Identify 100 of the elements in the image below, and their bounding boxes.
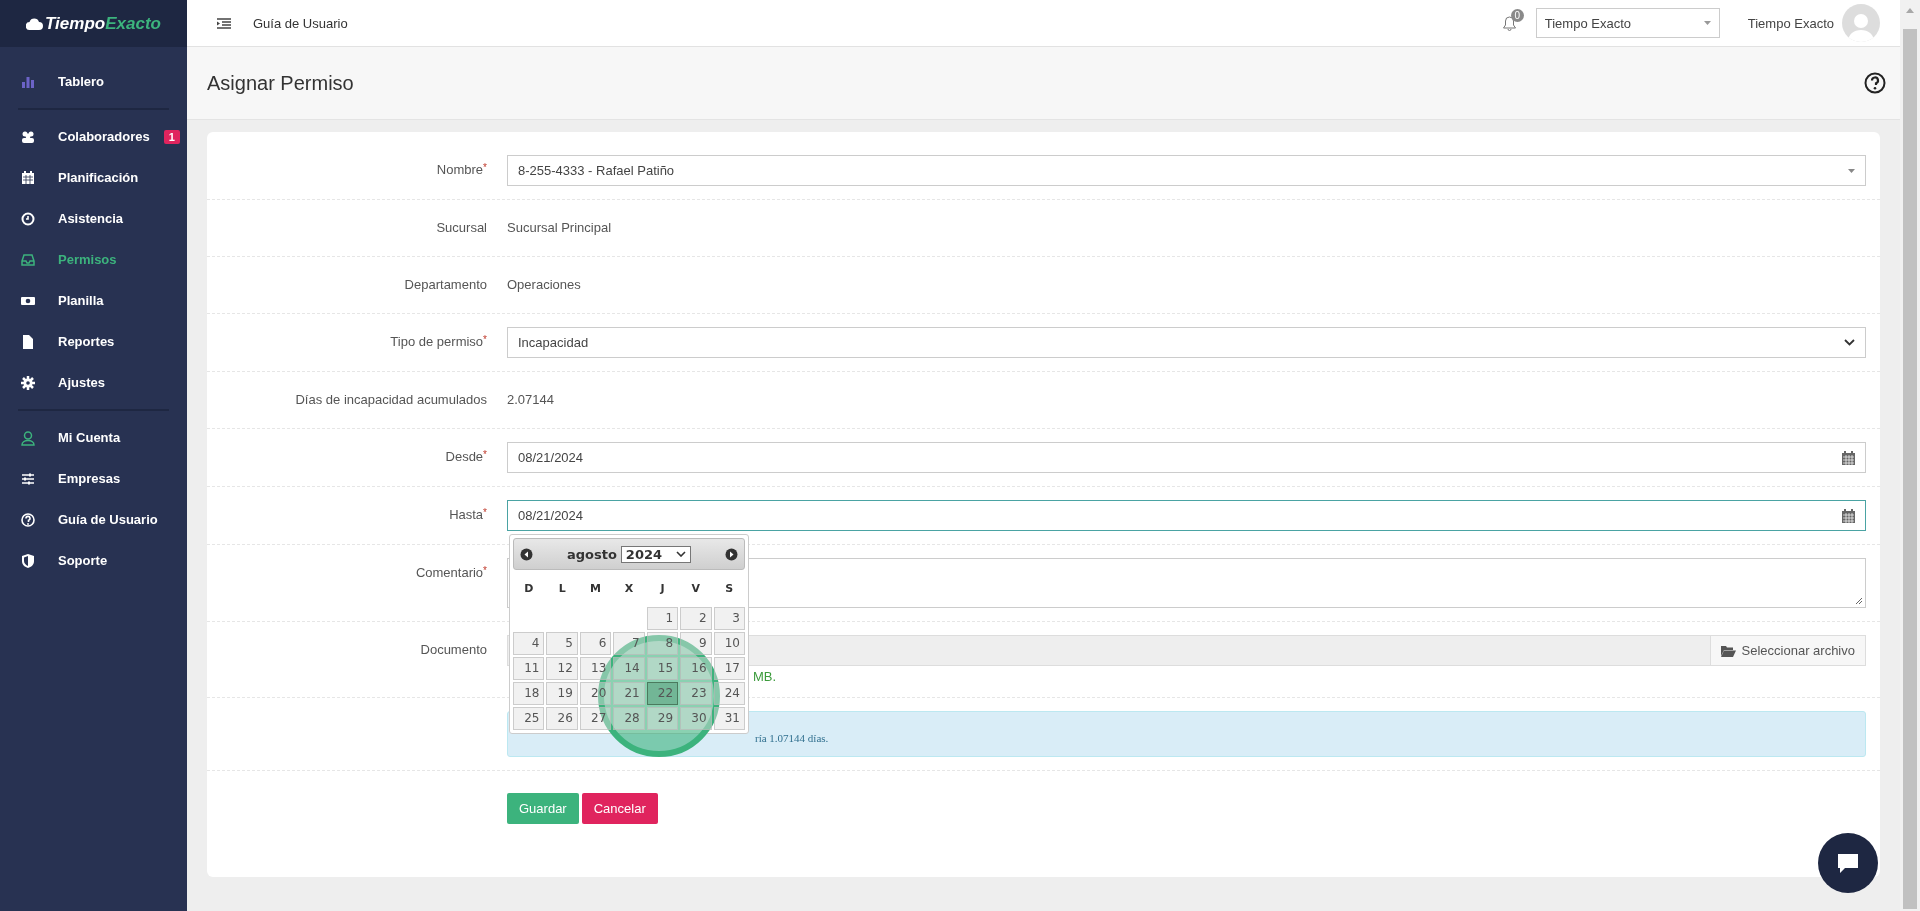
calendar-day[interactable]: 31 (713, 707, 745, 730)
sidebar-item[interactable]: Empresas (0, 458, 187, 499)
weekday-label: S (724, 581, 735, 597)
calendar-day[interactable]: 3 (713, 607, 745, 630)
weekday-label: M (589, 581, 603, 597)
field-value: Operaciones (507, 276, 582, 294)
field-label: Documento (420, 642, 487, 657)
menu-icon[interactable] (217, 17, 231, 29)
calendar-day[interactable]: 30 (680, 707, 712, 730)
calendar-day[interactable]: 11 (513, 657, 545, 680)
field-label: Sucursal (436, 220, 487, 235)
calendar-icon (20, 169, 36, 186)
breadcrumb[interactable]: Guía de Usuario (253, 15, 348, 31)
weekday-label: L (557, 581, 567, 597)
field-label: Desde* (445, 449, 487, 464)
calendar-day[interactable]: 5 (546, 632, 578, 655)
resize-grip-icon (1855, 597, 1863, 605)
sidebar-item[interactable]: Reportes (0, 321, 187, 362)
file-icon (20, 333, 36, 350)
select-file-button[interactable]: Seleccionar archivo (1709, 635, 1866, 666)
caret-icon (1703, 21, 1711, 25)
calendar-day[interactable]: 18 (513, 682, 545, 705)
user-name[interactable]: Tiempo Exacto (1747, 15, 1834, 31)
date-field[interactable]: 08/21/2024 (507, 500, 1866, 531)
weekday-label: D (523, 581, 535, 597)
field-value: Sucursal Principal (507, 219, 613, 237)
previous-icon[interactable] (520, 547, 533, 561)
calendar-day[interactable]: 26 (546, 707, 578, 730)
gear-icon (20, 374, 36, 391)
calendar-day[interactable]: 12 (546, 657, 578, 680)
field-value: 2.07144 (507, 391, 555, 409)
weekday-label: V (690, 581, 702, 597)
calendar-day[interactable]: 24 (713, 682, 745, 705)
year-select[interactable]: 2024 (620, 545, 692, 563)
cancel-button[interactable]: Cancelar (581, 793, 658, 824)
help-icon (20, 511, 36, 528)
name-select[interactable]: 8-255-4333 - Rafael Patiño (507, 155, 1866, 186)
company-select[interactable]: Tiempo Exacto (1535, 8, 1720, 38)
calendar-day[interactable]: 14 (613, 657, 645, 680)
user-icon (20, 429, 36, 446)
calendar-day[interactable]: 7 (613, 632, 645, 655)
bell-icon[interactable] (1502, 15, 1516, 31)
calendar-icon[interactable] (1842, 450, 1855, 465)
sidebar-item[interactable]: Ajustes (0, 362, 187, 403)
logo-text: TiempoExacto (45, 13, 161, 34)
sidebar-item[interactable]: Asistencia (0, 198, 187, 239)
sidebar-item[interactable]: Tablero (0, 61, 187, 102)
calendar-day[interactable]: 29 (646, 707, 679, 730)
calendar-day[interactable]: 9 (680, 632, 712, 655)
weekday-label: X (623, 581, 635, 597)
calendar-day[interactable]: 15 (646, 657, 679, 680)
calendar-day[interactable]: 28 (613, 707, 645, 730)
calendar-day[interactable]: 23 (680, 682, 712, 705)
weekday-label: J (659, 581, 666, 597)
calendar-day[interactable]: 4 (513, 632, 545, 655)
cloud-icon (26, 17, 44, 30)
calendar-day[interactable]: 8 (646, 632, 679, 655)
chevron-down-icon (676, 551, 687, 557)
caret-icon (1848, 168, 1855, 173)
sidebar-item[interactable]: Permisos (0, 239, 187, 280)
count-badge: 1 (163, 129, 180, 144)
sidebar-item[interactable]: Mi Cuenta (0, 417, 187, 458)
calendar-day[interactable]: 1 (646, 607, 679, 630)
sidebar-item[interactable]: Guía de Usuario (0, 499, 187, 540)
field-label: Nombre* (436, 162, 487, 177)
month-label: agosto (566, 546, 617, 562)
chevron-down-icon (1844, 339, 1855, 346)
calendar-day[interactable]: 21 (613, 682, 645, 705)
shield-icon (20, 552, 36, 569)
sidebar-item[interactable]: Planificación (0, 157, 187, 198)
calendar-day[interactable]: 25 (513, 707, 545, 730)
notification-badge: 0 (1510, 8, 1524, 22)
calendar-day[interactable]: 6 (579, 632, 612, 655)
calendar-day[interactable]: 17 (713, 657, 745, 680)
page-title: Asignar Permiso (207, 71, 354, 95)
inbox-icon (20, 251, 36, 268)
file-hint: MB. (753, 669, 777, 684)
field-label: Hasta* (449, 507, 487, 522)
calendar-day[interactable]: 16 (680, 657, 712, 680)
sidebar-item[interactable]: Colaboradores 1 (0, 116, 187, 157)
sidebar-item[interactable]: Soporte (0, 540, 187, 581)
chat-icon (1836, 852, 1860, 874)
calendar-day[interactable]: 19 (546, 682, 578, 705)
date-field[interactable]: 08/21/2024 (507, 442, 1866, 473)
type-dropdown[interactable]: Incapacidad (507, 327, 1866, 358)
field-label: Tipo de permiso* (390, 334, 487, 349)
calendar-day[interactable]: 2 (680, 607, 712, 630)
calendar-icon[interactable] (1842, 508, 1855, 523)
scrollbar[interactable] (1900, 0, 1920, 911)
calendar-day[interactable]: 13 (579, 657, 612, 680)
field-label: Días de incapacidad acumulados (295, 392, 487, 407)
calendar-day[interactable]: 10 (713, 632, 745, 655)
folder-icon (1720, 644, 1736, 657)
field-label: Comentario* (415, 565, 487, 580)
field-label: Departamento (404, 277, 487, 292)
clock-icon (20, 210, 36, 227)
help-icon[interactable] (1864, 72, 1886, 94)
next-icon[interactable] (725, 547, 738, 561)
calendar-day[interactable]: 20 (579, 682, 612, 705)
sidebar-item[interactable]: Planilla (0, 280, 187, 321)
